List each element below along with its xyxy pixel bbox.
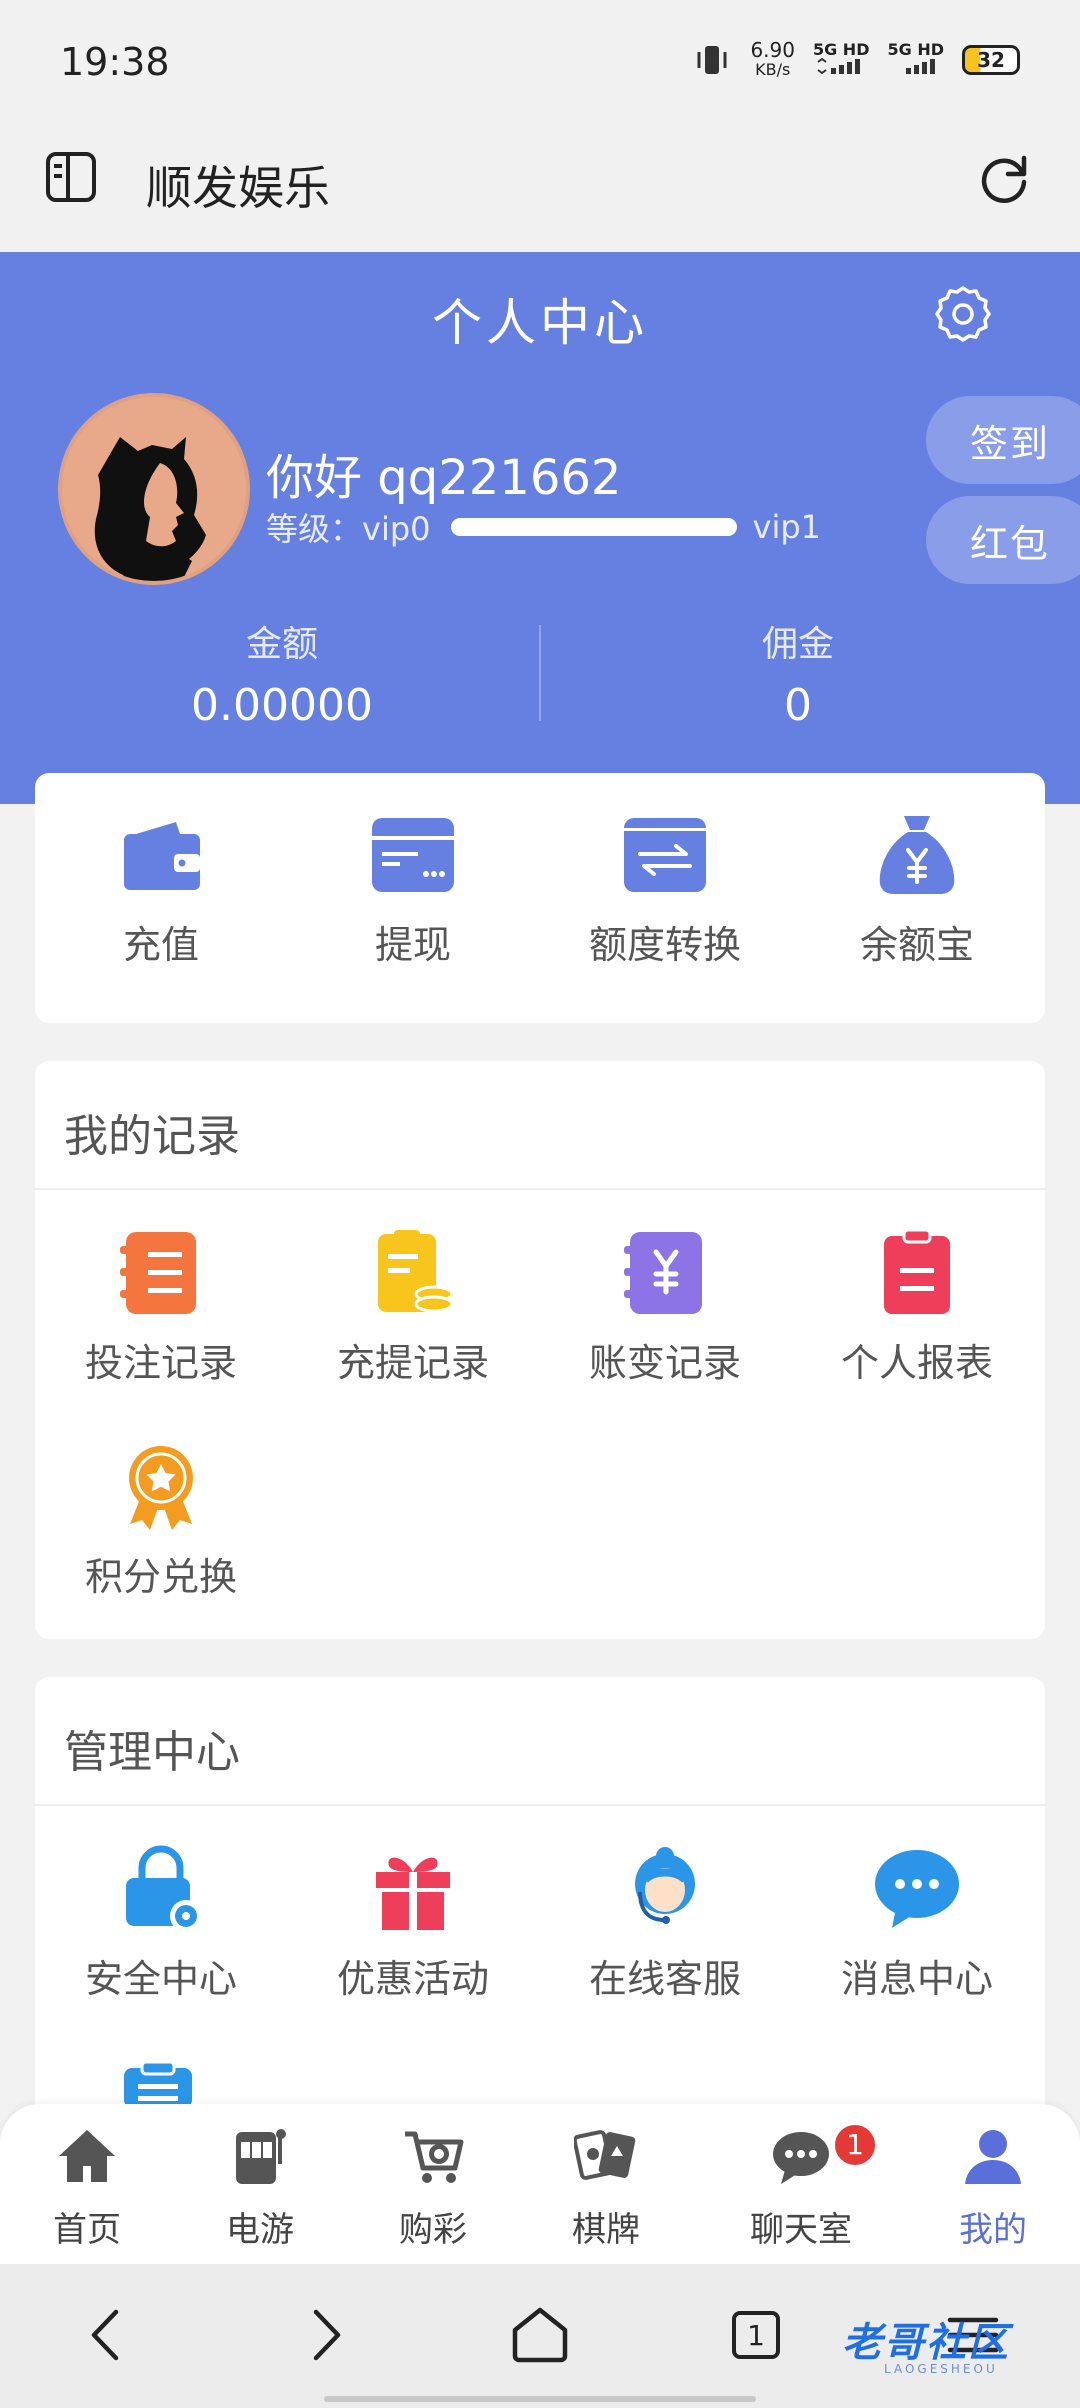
security-center-button[interactable]: 安全中心 — [35, 1844, 287, 2003]
status-icons: 6.90 KB/s 5G HD 5G HD 32 — [692, 40, 1020, 80]
money-bag-icon — [879, 816, 955, 894]
promotions-button[interactable]: 优惠活动 — [287, 1844, 539, 2003]
tab-card-games[interactable]: 棋牌 — [531, 2124, 681, 2251]
recharge-button[interactable]: 充值 — [35, 810, 287, 969]
divider — [35, 1188, 1045, 1190]
commission-label: 佣金 — [761, 624, 834, 665]
level-label: 等级：vip0 — [266, 510, 431, 548]
forward-icon[interactable] — [290, 2300, 360, 2370]
stat-divider — [539, 625, 541, 721]
next-level-label: vip1 — [752, 508, 822, 546]
sidebar-icon[interactable] — [44, 150, 98, 204]
divider — [35, 1804, 1045, 1806]
transfer-icon — [624, 818, 706, 892]
signin-button[interactable]: 签到 — [926, 396, 1080, 484]
commission-value: 0 — [784, 680, 812, 731]
home-nav-icon[interactable] — [505, 2300, 575, 2370]
customer-service-button[interactable]: 在线客服 — [539, 1844, 791, 2003]
chat-icon — [773, 2132, 829, 2184]
user-greeting: 你好 qq221662 — [266, 450, 622, 506]
card-icon — [372, 818, 454, 892]
tab-mine[interactable]: 我的 — [918, 2124, 1068, 2251]
signal-icon — [905, 58, 935, 74]
deposit-records-button[interactable]: 充提记录 — [287, 1228, 539, 1387]
transfer-button[interactable]: 额度转换 — [539, 810, 791, 969]
app-title: 顺发娱乐 — [146, 161, 330, 215]
message-center-button[interactable]: 消息中心 — [791, 1844, 1043, 2003]
refresh-icon[interactable] — [976, 150, 1032, 206]
sim2-signal: 5G HD — [887, 41, 944, 79]
back-icon[interactable] — [72, 2300, 142, 2370]
user-icon — [965, 2130, 1021, 2184]
gesture-home-indicator[interactable] — [324, 2396, 756, 2402]
unread-badge: 1 — [832, 2122, 878, 2168]
report-icon — [884, 1228, 950, 1314]
bet-record-icon — [120, 1232, 196, 1314]
points-exchange-button[interactable]: 积分兑换 — [35, 1442, 287, 1601]
personal-report-button[interactable]: 个人报表 — [791, 1228, 1043, 1387]
yuebao-button[interactable]: 余额宝 — [791, 810, 1043, 969]
status-time: 19:38 — [60, 40, 170, 84]
avatar-image — [62, 397, 246, 581]
sim1-signal: 5G HD — [813, 41, 869, 79]
clipboard-icon — [124, 2060, 192, 2104]
balance-label: 金额 — [245, 624, 318, 665]
vibrate-icon — [697, 46, 727, 74]
tab-home[interactable]: 首页 — [12, 2124, 162, 2251]
vip-level: 等级：vip0 vip1 — [266, 504, 821, 550]
page-title: 个人中心 — [432, 294, 648, 352]
gear-icon[interactable] — [932, 283, 994, 345]
watermark: 老哥社区 — [842, 2320, 1010, 2366]
tab-electronic-games[interactable]: 电游 — [185, 2124, 335, 2251]
medal-icon — [129, 1446, 193, 1530]
slot-machine-icon — [236, 2129, 286, 2184]
wallet-icon — [124, 822, 200, 890]
ledger-records-button[interactable]: 账变记录 — [539, 1228, 791, 1387]
tab-count: 1 — [732, 2311, 780, 2359]
net-speed: 6.90 KB/s — [750, 38, 795, 79]
withdraw-button[interactable]: 提现 — [287, 810, 539, 969]
tabs-button[interactable]: 1 — [721, 2300, 791, 2370]
cards-icon — [574, 2130, 636, 2180]
home-icon — [59, 2130, 115, 2182]
avatar[interactable] — [58, 393, 250, 585]
balance-value: 0.00000 — [191, 680, 373, 731]
gift-icon — [376, 1857, 450, 1930]
chat-bubble-icon — [875, 1850, 959, 1928]
security-lock-icon — [126, 1845, 202, 1932]
red-packet-button[interactable]: 红包 — [926, 496, 1080, 584]
watermark-subtext: LAOGESHEOU — [884, 2362, 998, 2376]
signal-icon — [817, 57, 861, 74]
battery-icon: 32 — [962, 45, 1020, 75]
ledger-icon — [624, 1232, 702, 1314]
lottery-cart-icon — [405, 2131, 464, 2183]
customer-service-icon — [635, 1847, 695, 1924]
records-title: 我的记录 — [64, 1111, 240, 1162]
tab-lottery[interactable]: 购彩 — [358, 2124, 508, 2251]
deposit-record-icon — [378, 1230, 454, 1313]
management-title: 管理中心 — [64, 1727, 240, 1778]
level-progress-bar — [450, 518, 737, 536]
bet-records-button[interactable]: 投注记录 — [35, 1228, 287, 1387]
